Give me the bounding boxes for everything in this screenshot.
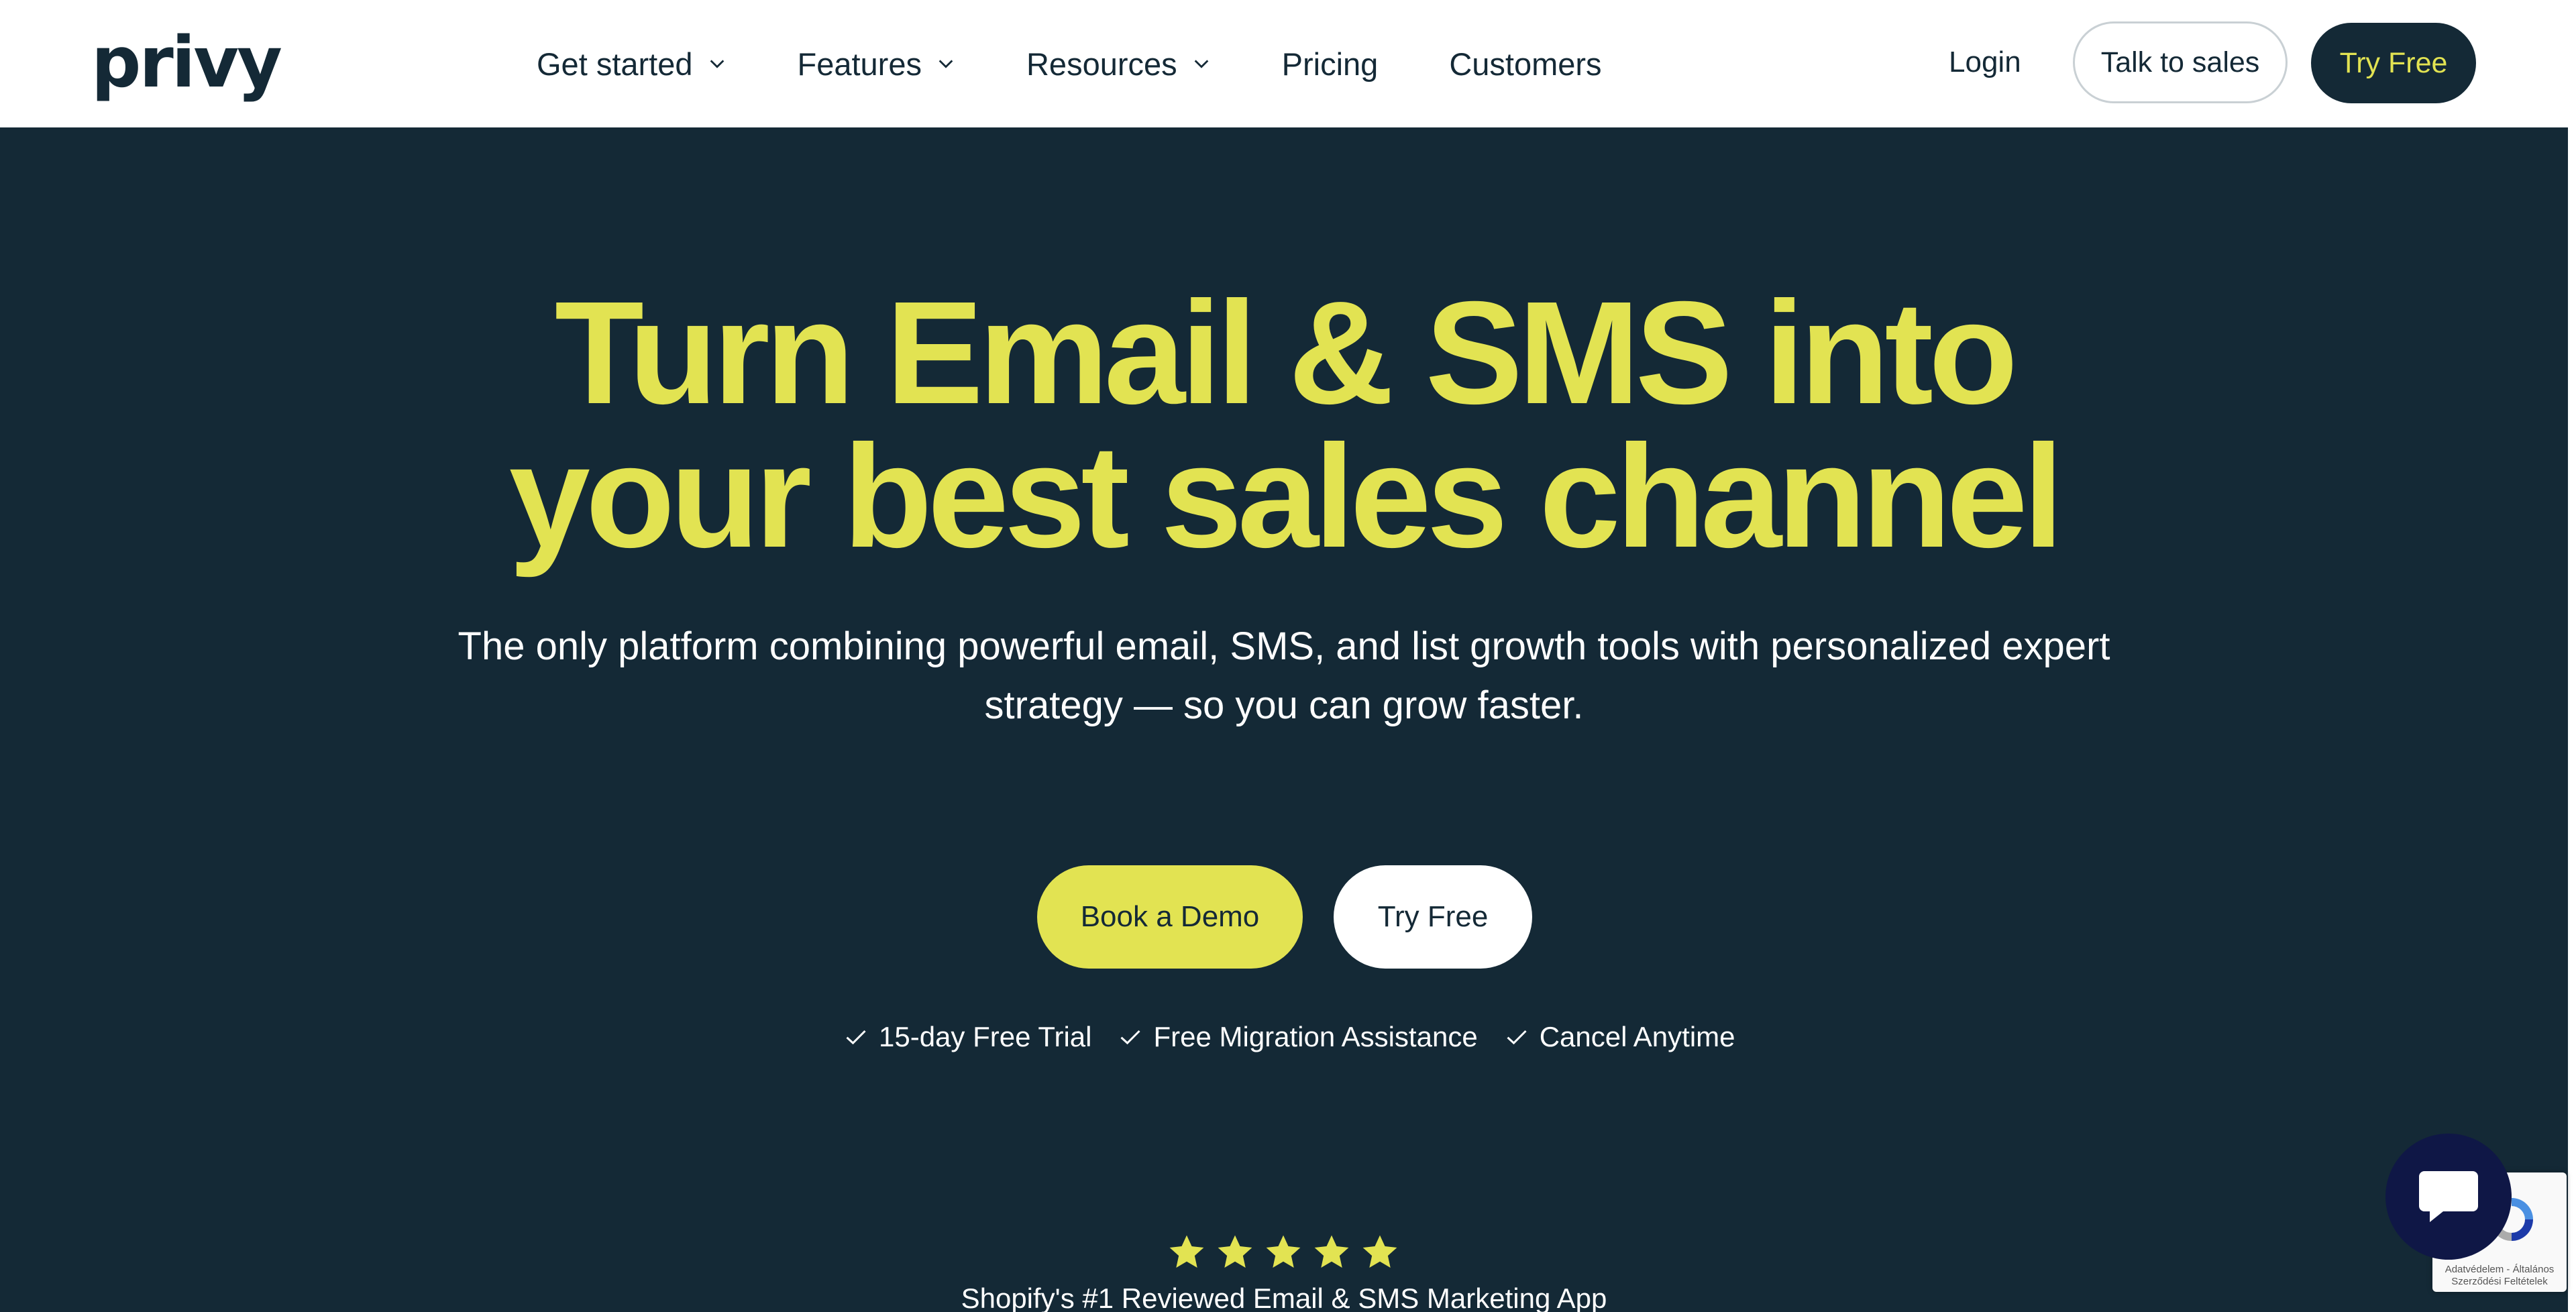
nav-label: Get started	[537, 46, 693, 82]
main-nav: Get started Features Resources Pricing C…	[537, 0, 1673, 127]
nav-label: Resources	[1026, 46, 1177, 82]
book-demo-button[interactable]: Book a Demo	[1037, 865, 1303, 969]
try-free-header-button[interactable]: Try Free	[2311, 23, 2476, 103]
nav-pricing[interactable]: Pricing	[1282, 46, 1379, 83]
chat-icon	[2419, 1171, 2478, 1222]
star-icon	[1362, 1235, 1397, 1268]
check-icon	[846, 1030, 866, 1045]
hero-title-line-2: your best sales channel	[508, 415, 2064, 578]
scrollbar[interactable]	[2568, 0, 2576, 1312]
nav-label: Pricing	[1281, 46, 1379, 82]
nav-customers[interactable]: Customers	[1449, 46, 1601, 83]
talk-to-sales-button[interactable]: Talk to sales	[2073, 21, 2288, 103]
star-icon	[1218, 1235, 1252, 1268]
nav-get-started[interactable]: Get started	[537, 46, 727, 83]
star-icon	[1169, 1235, 1204, 1268]
hero-subtitle-line-1: The only platform combining powerful ema…	[458, 624, 2110, 668]
cta-row: Book a Demo Try Free	[1037, 865, 1532, 969]
hero-title-line-1: Turn Email & SMS into	[554, 272, 2018, 435]
privy-logo[interactable]: privy	[91, 25, 282, 99]
recaptcha-text[interactable]: Adatvédelem - Általános Szerződési Felté…	[2438, 1264, 2561, 1288]
perk-label: Cancel Anytime	[1539, 1021, 1735, 1052]
perks-list: 15-day Free Trial Free Migration Assista…	[844, 1017, 1762, 1057]
nav-label: Customers	[1449, 46, 1602, 82]
perk-label: 15-day Free Trial	[879, 1021, 1092, 1052]
rating-text: Shopify's #1 Reviewed Email & SMS Market…	[961, 1282, 1607, 1312]
check-icon	[1507, 1030, 1527, 1045]
star-icon	[1266, 1235, 1301, 1268]
check-icon	[1120, 1030, 1141, 1045]
rating-stars	[1167, 1233, 1409, 1273]
login-link[interactable]: Login	[1949, 46, 2021, 79]
chevron-down-icon	[936, 54, 955, 73]
perk-item: Free Migration Assistance	[1118, 1021, 1478, 1053]
try-free-button[interactable]: Try Free	[1334, 865, 1532, 969]
site-header: privy Get started Features Resources Pri…	[0, 0, 2576, 127]
nav-resources[interactable]: Resources	[1026, 46, 1211, 83]
perk-item: Cancel Anytime	[1505, 1021, 1735, 1053]
chat-launcher-button[interactable]	[2385, 1134, 2512, 1260]
chevron-down-icon	[1192, 54, 1211, 73]
chevron-down-icon	[708, 54, 727, 73]
hero-subtitle-line-2: strategy — so you can grow faster.	[984, 684, 1584, 727]
hero-subtitle: The only platform combining powerful ema…	[416, 617, 2152, 735]
perk-label: Free Migration Assistance	[1153, 1021, 1478, 1052]
nav-features[interactable]: Features	[798, 46, 955, 83]
star-icon	[1314, 1235, 1349, 1268]
perk-item: 15-day Free Trial	[844, 1021, 1091, 1053]
hero-title: Turn Email & SMS into your best sales ch…	[0, 280, 2568, 570]
nav-label: Features	[797, 46, 922, 82]
